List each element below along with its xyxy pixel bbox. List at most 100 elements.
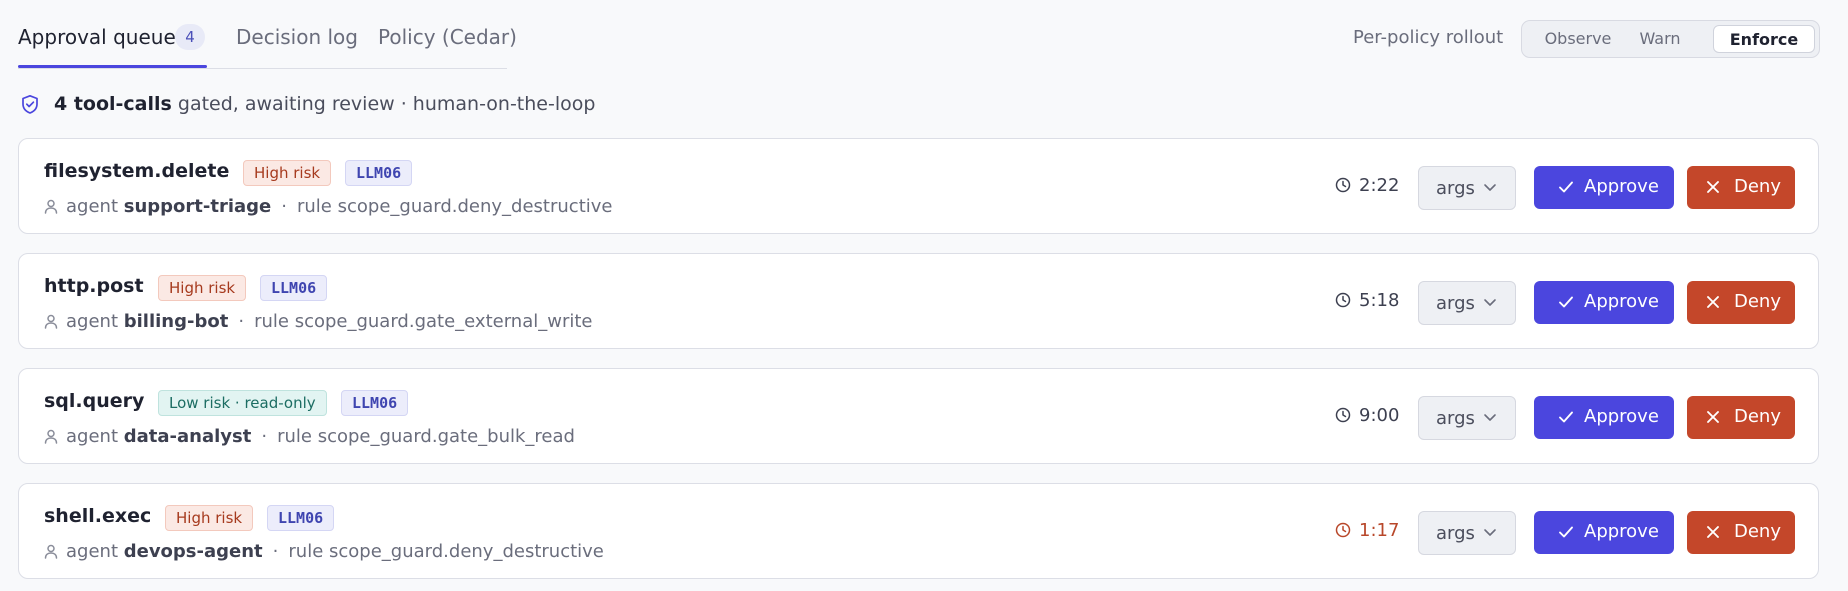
risk-badge: Low risk · read-only bbox=[158, 390, 327, 416]
deny-label: Deny bbox=[1734, 176, 1781, 197]
check-icon bbox=[1559, 296, 1573, 308]
user-icon bbox=[44, 313, 58, 334]
deny-label: Deny bbox=[1734, 521, 1781, 542]
queue-count-badge: 4 bbox=[175, 24, 205, 50]
summary-count: 4 tool-calls bbox=[54, 93, 172, 115]
args-label: args bbox=[1436, 293, 1475, 314]
timer-value: 5:18 bbox=[1359, 290, 1400, 311]
queue-item-card: shell.exec High risk LLM06 agent devops-… bbox=[18, 483, 1819, 579]
agent-label: agent bbox=[66, 426, 118, 447]
tool-name: shell.exec bbox=[44, 505, 152, 527]
close-icon bbox=[1707, 411, 1719, 423]
agent-name: billing-bot bbox=[123, 311, 229, 332]
tool-name: sql.query bbox=[44, 390, 145, 412]
meta-separator: · bbox=[261, 426, 268, 447]
tab-bar: Approval queue 4 Decision log Policy (Ce… bbox=[18, 0, 517, 69]
rule-name: scope_guard.gate_bulk_read bbox=[317, 426, 575, 447]
close-icon bbox=[1707, 526, 1719, 538]
agent-label: agent bbox=[66, 541, 118, 562]
args-dropdown-button[interactable]: args bbox=[1418, 396, 1516, 440]
tab-label: Decision log bbox=[236, 25, 358, 49]
tab-decision-log[interactable]: Decision log bbox=[236, 25, 358, 49]
owasp-tag-badge: LLM06 bbox=[267, 505, 335, 531]
meta-separator: · bbox=[272, 541, 279, 562]
clock-icon bbox=[1335, 177, 1351, 193]
agent-name: devops-agent bbox=[123, 541, 263, 562]
risk-badge: High risk bbox=[243, 160, 332, 186]
approve-label: Approve bbox=[1584, 291, 1659, 312]
call-meta: agent devops-agent · rule scope_guard.deny… bbox=[44, 541, 604, 564]
user-icon bbox=[44, 428, 58, 449]
risk-badge: High risk bbox=[158, 275, 247, 301]
active-tab-indicator bbox=[18, 65, 207, 68]
countdown-timer: 9:00 bbox=[1335, 405, 1399, 426]
queue-item-card: http.post High risk LLM06 agent billing-… bbox=[18, 253, 1819, 349]
rule-name: scope_guard.deny_destructive bbox=[329, 541, 604, 562]
args-dropdown-button[interactable]: args bbox=[1418, 281, 1516, 325]
rollout-label: Per-policy rollout bbox=[1353, 27, 1504, 48]
tab-approval-queue[interactable]: Approval queue bbox=[18, 25, 176, 49]
args-dropdown-button[interactable]: args bbox=[1418, 511, 1516, 555]
deny-button[interactable]: Deny bbox=[1687, 166, 1795, 209]
rule-label: rule bbox=[288, 541, 324, 562]
tool-name: http.post bbox=[44, 275, 144, 297]
chevron-down-icon bbox=[1484, 299, 1496, 306]
approve-button[interactable]: Approve bbox=[1534, 166, 1674, 209]
rule-name: scope_guard.deny_destructive bbox=[337, 196, 613, 217]
rule-label: rule bbox=[296, 196, 332, 217]
meta-separator: · bbox=[238, 311, 245, 332]
clock-icon bbox=[1335, 292, 1351, 308]
close-icon bbox=[1707, 296, 1719, 308]
countdown-timer: 5:18 bbox=[1335, 290, 1399, 311]
timer-value: 9:00 bbox=[1359, 405, 1400, 426]
rollout-option-observe[interactable]: Observe bbox=[1530, 25, 1626, 53]
deny-button[interactable]: Deny bbox=[1687, 396, 1795, 439]
args-label: args bbox=[1436, 178, 1475, 199]
owasp-tag-badge: LLM06 bbox=[345, 160, 413, 186]
rule-label: rule bbox=[277, 426, 312, 447]
rule-name: scope_guard.gate_external_write bbox=[294, 311, 593, 332]
check-icon bbox=[1559, 411, 1573, 423]
queue-item-card: sql.query Low risk · read-only LLM06 age… bbox=[18, 368, 1819, 464]
close-icon bbox=[1707, 181, 1719, 193]
tool-name: filesystem.delete bbox=[44, 160, 230, 182]
chevron-down-icon bbox=[1484, 529, 1496, 536]
agent-label: agent bbox=[66, 196, 118, 217]
args-label: args bbox=[1436, 523, 1475, 544]
args-dropdown-button[interactable]: args bbox=[1418, 166, 1516, 210]
tab-label: Approval queue bbox=[18, 25, 176, 49]
tab-policy[interactable]: Policy (Cedar) bbox=[378, 25, 517, 49]
tab-label: Policy (Cedar) bbox=[378, 25, 517, 49]
args-label: args bbox=[1436, 408, 1475, 429]
chevron-down-icon bbox=[1484, 414, 1496, 421]
rollout-option-enforce[interactable]: Enforce bbox=[1713, 25, 1815, 53]
approve-label: Approve bbox=[1584, 521, 1659, 542]
countdown-timer: 2:22 bbox=[1335, 175, 1399, 196]
approve-button[interactable]: Approve bbox=[1534, 396, 1674, 439]
call-meta: agent billing-bot · rule scope_guard.gate_… bbox=[44, 311, 592, 334]
agent-name: data-analyst bbox=[123, 426, 252, 447]
approve-label: Approve bbox=[1584, 406, 1659, 427]
queue-item-card: filesystem.delete High risk LLM06 agent … bbox=[18, 138, 1819, 234]
shield-check-icon bbox=[20, 94, 40, 119]
deny-button[interactable]: Deny bbox=[1687, 511, 1795, 554]
deny-button[interactable]: Deny bbox=[1687, 281, 1795, 324]
risk-badge: High risk bbox=[165, 505, 254, 531]
countdown-timer: 1:17 bbox=[1335, 520, 1399, 541]
clock-icon bbox=[1335, 407, 1351, 423]
summary-description: gated, awaiting review · human-on-the-lo… bbox=[177, 93, 596, 115]
user-icon bbox=[44, 543, 58, 564]
chevron-down-icon bbox=[1484, 184, 1496, 191]
agent-label: agent bbox=[66, 311, 118, 332]
timer-value: 1:17 bbox=[1359, 520, 1400, 541]
check-icon bbox=[1559, 526, 1573, 538]
deny-label: Deny bbox=[1734, 291, 1781, 312]
clock-icon bbox=[1335, 522, 1351, 538]
call-meta: agent support-triage · rule scope_guard.de… bbox=[44, 196, 612, 219]
owasp-tag-badge: LLM06 bbox=[260, 275, 328, 301]
deny-label: Deny bbox=[1734, 406, 1781, 427]
approve-button[interactable]: Approve bbox=[1534, 511, 1674, 554]
rollout-option-warn[interactable]: Warn bbox=[1626, 25, 1694, 53]
agent-name: support-triage bbox=[123, 196, 272, 217]
approve-button[interactable]: Approve bbox=[1534, 281, 1674, 324]
